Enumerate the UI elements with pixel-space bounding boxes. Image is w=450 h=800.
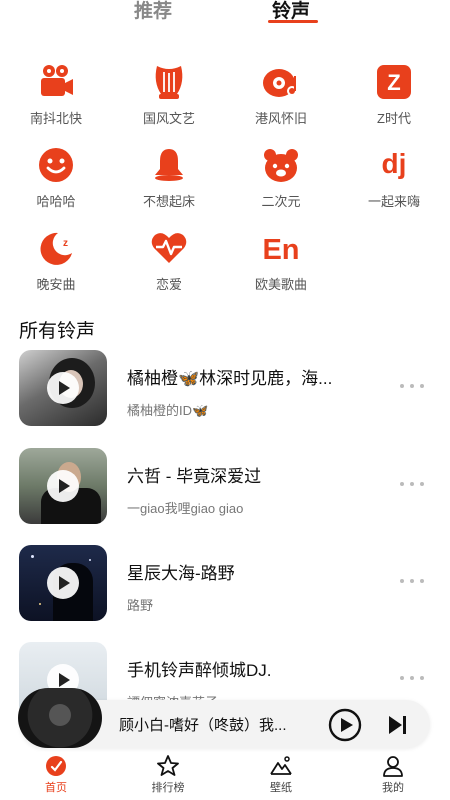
nav-label: 排行榜 [151, 782, 185, 794]
more-options-icon[interactable] [398, 382, 426, 390]
more-options-icon[interactable] [398, 674, 426, 682]
song-list-item[interactable]: 星辰大海-路野 路野 [0, 545, 450, 625]
video-camera-icon [41, 65, 73, 96]
category-wananqu[interactable]: z 晚安曲 [0, 228, 112, 293]
section-title: 所有铃声 [19, 321, 96, 342]
category-label: 一起来嗨 [367, 194, 420, 209]
category-z-era[interactable]: Z Z时代 [338, 62, 450, 127]
category-label: 不想起床 [142, 194, 195, 209]
nav-ranking[interactable]: 排行榜 [133, 752, 203, 795]
song-artist: 一giao我哩giao giao [127, 501, 244, 516]
more-options-icon[interactable] [398, 577, 426, 585]
nav-mine[interactable]: 我的 [358, 752, 428, 795]
svg-text:z: z [63, 238, 68, 249]
category-hahaha[interactable]: 哈哈哈 [0, 145, 112, 210]
moon-sleep-icon: z [40, 232, 72, 265]
song-artist: 橘柚橙的ID🦋 [127, 403, 209, 418]
play-icon[interactable] [47, 567, 79, 599]
svg-text:En: En [262, 234, 299, 266]
en-text-icon: En [262, 234, 299, 266]
category-yiqi-laihai[interactable]: dj 一起来嗨 [338, 145, 450, 210]
play-button-icon[interactable] [328, 708, 362, 742]
category-nandou-beikuai[interactable]: 南抖北快 [0, 62, 112, 127]
nav-label: 我的 [382, 782, 404, 794]
vinyl-music-icon [263, 69, 297, 97]
category-label: 晚安曲 [36, 277, 76, 292]
category-label: 南抖北快 [29, 111, 82, 126]
play-icon[interactable] [47, 470, 79, 502]
lyre-icon [155, 66, 183, 99]
song-title: 手机铃声醉倾城DJ. [127, 661, 272, 680]
category-guofeng-wenyi[interactable]: 国风文艺 [113, 62, 225, 127]
song-list-item[interactable]: 六哲 - 毕竟深爱过 一giao我哩giao giao [0, 448, 450, 528]
nav-home[interactable]: 首页 [21, 752, 91, 795]
player-album-disc[interactable] [18, 688, 102, 748]
play-icon[interactable] [47, 372, 79, 404]
home-music-icon [46, 756, 66, 776]
bell-icon [155, 149, 183, 181]
song-cover [19, 545, 107, 621]
smile-face-icon [39, 148, 73, 182]
song-title: 星辰大海-路野 [127, 564, 235, 583]
song-list-item[interactable]: 橘柚橙🦋林深时见鹿，海... 橘柚橙的ID🦋 [0, 350, 450, 430]
mountain-icon [270, 756, 292, 775]
category-label: 恋爱 [155, 277, 182, 292]
svg-text:Z: Z [387, 70, 400, 95]
category-label: 欧美歌曲 [254, 277, 307, 292]
song-title: 六哲 - 毕竟深爱过 [127, 467, 262, 486]
star-icon [157, 755, 179, 776]
category-buxiang-qichuang[interactable]: 不想起床 [113, 145, 225, 210]
song-title: 橘柚橙🦋林深时见鹿，海... [127, 369, 333, 388]
song-artist: 路野 [127, 598, 154, 613]
category-label: Z时代 [377, 111, 411, 126]
nav-label: 壁纸 [270, 782, 292, 794]
nav-wallpaper[interactable]: 壁纸 [246, 752, 316, 795]
category-gangfeng-huaijiu[interactable]: 港风怀旧 [225, 62, 337, 127]
category-label: 国风文艺 [142, 111, 195, 126]
dj-icon: dj [382, 148, 407, 179]
category-label: 哈哈哈 [36, 194, 76, 209]
nav-label: 首页 [45, 782, 67, 794]
category-label: 港风怀旧 [254, 111, 307, 126]
z-badge-icon: Z [377, 65, 411, 99]
song-cover [19, 448, 107, 524]
tab-recommend[interactable]: 推荐 [134, 0, 172, 23]
more-options-icon[interactable] [398, 480, 426, 488]
active-tab-indicator [268, 20, 318, 23]
bottom-nav-bar: 首页 排行榜 壁纸 我的 [0, 752, 450, 800]
user-icon [383, 756, 403, 777]
category-oumei-gequ[interactable]: En 欧美歌曲 [225, 228, 337, 293]
top-tab-bar: 推荐 铃声 [0, 0, 450, 28]
category-lianai[interactable]: 恋爱 [113, 228, 225, 293]
category-erciyuan[interactable]: 二次元 [225, 145, 337, 210]
song-cover [19, 350, 107, 426]
next-track-icon[interactable] [380, 708, 414, 742]
svg-text:dj: dj [382, 148, 407, 179]
player-song-title: 顾小白-嗜好（咚鼓）我... [119, 717, 287, 734]
category-label: 二次元 [261, 194, 301, 209]
heartbeat-icon [151, 233, 187, 263]
bear-face-icon [264, 149, 298, 182]
